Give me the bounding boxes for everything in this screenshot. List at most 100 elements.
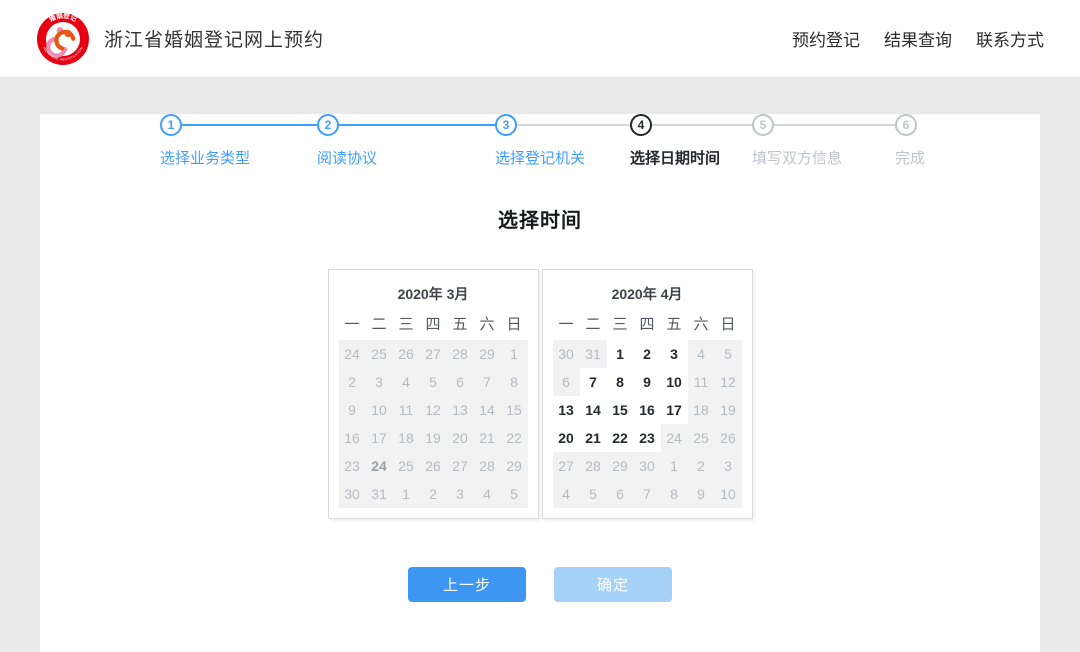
date-cell: 12	[715, 368, 742, 396]
date-cell[interactable]: 2	[634, 340, 661, 368]
date-cell: 27	[553, 452, 580, 480]
calendar-month-label: 2020年 3月	[339, 276, 528, 310]
date-cell[interactable]: 22	[607, 424, 634, 452]
date-cell: 14	[474, 396, 501, 424]
step-connector	[774, 124, 895, 126]
step-connector	[652, 124, 752, 126]
date-cell[interactable]: 1	[607, 340, 634, 368]
calendar-group: 2020年 3月一二三四五六日2425262728291234567891011…	[40, 269, 1040, 519]
date-cell: 2	[339, 368, 366, 396]
date-cell[interactable]: 20	[553, 424, 580, 452]
date-cell: 19	[420, 424, 447, 452]
date-cell: 16	[339, 424, 366, 452]
date-cell: 6	[607, 480, 634, 508]
step-3-head: 3	[495, 114, 630, 136]
date-cell: 11	[393, 396, 420, 424]
step-2-circle: 2	[317, 114, 339, 136]
date-cell: 29	[607, 452, 634, 480]
date-cell: 26	[393, 340, 420, 368]
date-cell: 13	[447, 396, 474, 424]
date-cell: 5	[580, 480, 607, 508]
step-5: 5 填写双方信息	[752, 114, 895, 168]
date-cell: 30	[553, 340, 580, 368]
step-6: 6完成	[895, 114, 925, 168]
date-cell[interactable]: 15	[607, 396, 634, 424]
date-cell: 23	[339, 452, 366, 480]
step-connector	[339, 124, 495, 126]
weekday-label: 五	[447, 310, 474, 340]
date-cell: 20	[447, 424, 474, 452]
date-cell: 5	[501, 480, 528, 508]
date-cell: 24	[366, 452, 393, 480]
date-cell: 7	[634, 480, 661, 508]
step-4-label: 选择日期时间	[630, 147, 752, 168]
date-cell: 8	[661, 480, 688, 508]
date-cell: 18	[393, 424, 420, 452]
weekday-label: 四	[634, 310, 661, 340]
weekday-label: 日	[501, 310, 528, 340]
step-1-head: 1	[160, 114, 317, 136]
date-cell: 1	[393, 480, 420, 508]
date-cell: 4	[474, 480, 501, 508]
date-cell: 28	[447, 340, 474, 368]
date-cell[interactable]: 14	[580, 396, 607, 424]
step-4-head: 4	[630, 114, 752, 136]
date-cell: 31	[580, 340, 607, 368]
step-2-label: 阅读协议	[317, 147, 495, 168]
nav-appointment-registration[interactable]: 预约登记	[792, 26, 860, 51]
step-4-circle: 4	[630, 114, 652, 136]
weekday-label: 三	[393, 310, 420, 340]
date-cell: 5	[715, 340, 742, 368]
confirm-button[interactable]: 确定	[554, 567, 672, 602]
date-cell: 4	[688, 340, 715, 368]
date-grid: 2425262728291234567891011121314151617181…	[339, 340, 528, 508]
date-cell[interactable]: 17	[661, 396, 688, 424]
step-5-label: 填写双方信息	[752, 147, 895, 168]
date-cell: 30	[339, 480, 366, 508]
weekday-row: 一二三四五六日	[553, 310, 742, 340]
date-cell: 22	[501, 424, 528, 452]
calendar-panel-2: 2020年 4月一二三四五六日3031123456789101112131415…	[542, 269, 753, 519]
date-cell[interactable]: 23	[634, 424, 661, 452]
main-card: 1选择业务类型2阅读协议3选择登记机关4选择日期时间5填写双方信息6完成 选择时…	[40, 114, 1040, 652]
weekday-label: 一	[339, 310, 366, 340]
date-cell: 3	[715, 452, 742, 480]
date-cell[interactable]: 16	[634, 396, 661, 424]
date-cell[interactable]: 8	[607, 368, 634, 396]
step-3: 3选择登记机关	[495, 114, 630, 168]
date-cell: 3	[447, 480, 474, 508]
date-grid: 3031123456789101112131415161718192021222…	[553, 340, 742, 508]
date-cell[interactable]: 13	[553, 396, 580, 424]
date-cell[interactable]: 10	[661, 368, 688, 396]
date-cell: 9	[339, 396, 366, 424]
step-6-circle: 6	[895, 114, 917, 136]
weekday-label: 六	[474, 310, 501, 340]
date-cell: 24	[339, 340, 366, 368]
date-cell: 5	[420, 368, 447, 396]
previous-step-button[interactable]: 上一步	[408, 567, 526, 602]
weekday-label: 一	[553, 310, 580, 340]
date-cell: 19	[715, 396, 742, 424]
nav-result-query[interactable]: 结果查询	[884, 26, 952, 51]
date-cell[interactable]: 7	[580, 368, 607, 396]
date-cell: 18	[688, 396, 715, 424]
weekday-label: 六	[688, 310, 715, 340]
date-cell: 6	[553, 368, 580, 396]
date-cell[interactable]: 3	[661, 340, 688, 368]
date-cell: 30	[634, 452, 661, 480]
step-1: 1选择业务类型	[160, 114, 317, 168]
weekday-label: 三	[607, 310, 634, 340]
nav-contact-info[interactable]: 联系方式	[976, 26, 1044, 51]
date-cell[interactable]: 9	[634, 368, 661, 396]
date-cell: 2	[688, 452, 715, 480]
date-cell: 29	[501, 452, 528, 480]
date-cell: 8	[501, 368, 528, 396]
step-3-circle: 3	[495, 114, 517, 136]
step-5-head: 5	[752, 114, 895, 136]
app-header: 婚姻登记 MARRIAGE REGISTRATION 浙江省婚姻登记网上预约 预…	[0, 0, 1080, 78]
date-cell[interactable]: 21	[580, 424, 607, 452]
date-cell: 27	[420, 340, 447, 368]
date-cell: 26	[715, 424, 742, 452]
date-cell: 28	[474, 452, 501, 480]
date-cell: 26	[420, 452, 447, 480]
